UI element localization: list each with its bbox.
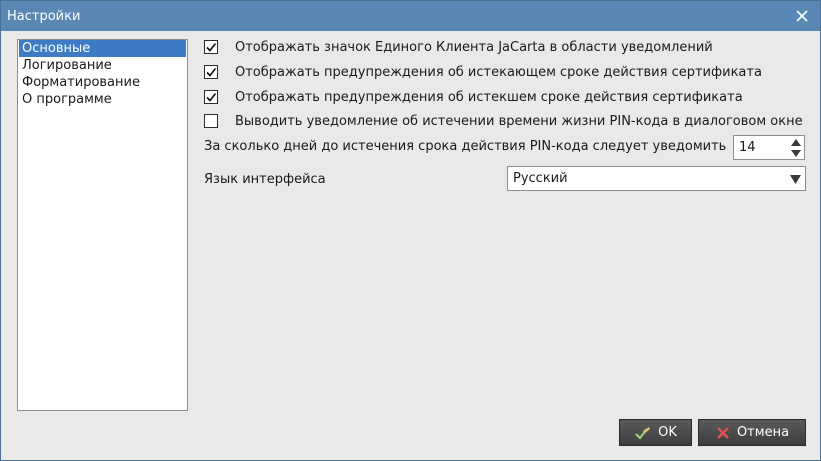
sidebar-item-main[interactable]: Основные: [19, 40, 186, 57]
cancel-button[interactable]: Отмена: [698, 419, 806, 446]
tray-icon-label: Отображать значок Единого Клиента JaCart…: [235, 39, 713, 55]
category-list: Основные Логирование Форматирование О пр…: [17, 39, 188, 411]
checkmark-icon: [206, 43, 217, 52]
expiring-cert-checkbox[interactable]: [204, 65, 218, 79]
chevron-down-icon[interactable]: [787, 174, 803, 184]
cancel-icon: [717, 426, 729, 439]
checkbox-row-tray-icon[interactable]: Отображать значок Единого Клиента JaCart…: [204, 37, 713, 57]
expiring-cert-label: Отображать предупреждения об истекающем …: [235, 64, 762, 80]
checkmark-icon: [206, 93, 217, 102]
ok-label: OK: [658, 425, 677, 440]
language-value: Русский: [513, 171, 568, 186]
pin-dialog-checkbox[interactable]: [204, 114, 218, 128]
sidebar-item-about[interactable]: О программе: [18, 91, 187, 108]
ok-button[interactable]: OK: [619, 419, 692, 446]
checkmark-icon: [206, 68, 217, 77]
notify-days-value[interactable]: 14: [734, 140, 788, 155]
notify-days-label: За сколько дней до истечения срока дейст…: [204, 139, 727, 154]
settings-panel: Отображать значок Единого Клиента JaCart…: [204, 1, 808, 201]
language-select[interactable]: Русский: [507, 166, 806, 191]
spin-up-down-icon: [791, 138, 801, 157]
spinner-arrows[interactable]: [788, 136, 804, 159]
checkbox-row-pin-dialog[interactable]: Выводить уведомление об истечении времен…: [204, 111, 803, 131]
window-title: Настройки: [7, 8, 81, 24]
tray-icon-checkbox[interactable]: [204, 40, 218, 54]
checkbox-row-expired-cert[interactable]: Отображать предупреждения об истекшем ср…: [204, 87, 743, 107]
expired-cert-checkbox[interactable]: [204, 90, 218, 104]
confirm-icon: [635, 426, 651, 440]
notify-days-spinner[interactable]: 14: [733, 135, 805, 160]
language-label: Язык интерфейса: [204, 172, 326, 187]
pin-dialog-label: Выводить уведомление об истечении времен…: [235, 113, 803, 129]
cancel-label: Отмена: [736, 425, 790, 440]
expired-cert-label: Отображать предупреждения об истекшем ср…: [235, 89, 743, 105]
sidebar-item-logging[interactable]: Логирование: [18, 57, 187, 74]
checkbox-row-expiring-cert[interactable]: Отображать предупреждения об истекающем …: [204, 62, 762, 82]
sidebar-item-formatting[interactable]: Форматирование: [18, 74, 187, 91]
settings-window: Настройки Основные Логирование Форматиро…: [0, 0, 821, 461]
